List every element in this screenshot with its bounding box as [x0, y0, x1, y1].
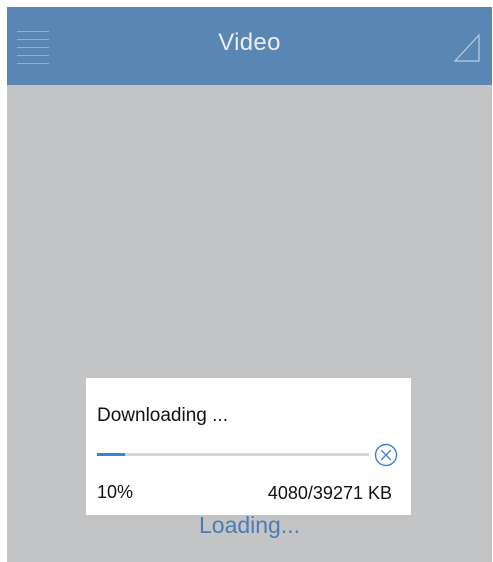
progress-bar-fill: [97, 453, 126, 456]
download-percent: 10%: [97, 482, 134, 502]
page-title: Video: [218, 29, 281, 56]
navigation-bar: Video: [7, 7, 492, 85]
cancel-circle-x-icon[interactable]: [374, 443, 398, 467]
download-progress-bar: [97, 453, 369, 456]
dialog-title: Downloading ...: [97, 405, 228, 426]
download-size: 4080/39271 KB: [267, 483, 392, 503]
app-screen: Video Downloading ... 10% 4080/39271 KB …: [7, 7, 492, 562]
loading-status: Loading...: [198, 512, 301, 538]
download-progress-dialog: Downloading ... 10% 4080/39271 KB: [86, 378, 411, 515]
signal-triangle-icon[interactable]: [453, 33, 481, 63]
